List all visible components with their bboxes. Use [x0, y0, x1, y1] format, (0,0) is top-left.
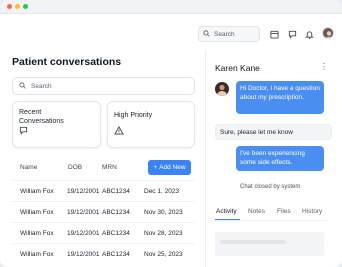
global-search-input[interactable]: Search — [198, 26, 260, 42]
patient-dob: 19/12/2001 — [67, 188, 100, 195]
patient-name: William Fox — [20, 230, 54, 237]
calendar-icon[interactable] — [267, 27, 281, 41]
table-row[interactable]: William Fox 19/12/2001 ABC1234 Dec 1, 20… — [12, 180, 195, 200]
conversation-search-placeholder: Search — [31, 82, 52, 90]
column-header-dob[interactable]: DOB — [68, 164, 82, 171]
warning-icon — [114, 122, 124, 140]
conversation-date: Nov 25, 2023 — [144, 251, 183, 258]
chat-bubble-icon — [19, 122, 28, 140]
app-window: Search Patient conversations Search Rece… — [0, 0, 342, 267]
tab-files[interactable]: Files — [277, 208, 291, 215]
chat-contact-name: Karen Kane — [215, 63, 260, 73]
patient-mrn: ABC1234 — [102, 188, 130, 195]
window-titlebar — [0, 0, 342, 14]
patient-mrn: ABC1234 — [102, 209, 130, 216]
conversation-search-input[interactable]: Search — [12, 77, 195, 95]
active-tab-indicator — [215, 219, 240, 220]
contact-avatar — [215, 82, 229, 96]
message-icon[interactable] — [285, 27, 299, 41]
table-row[interactable]: William Fox 19/12/2001 ABC1234 Nov 30, 2… — [12, 201, 195, 221]
conversation-date: Dec 1, 2023 — [144, 188, 180, 195]
window-minimize-button[interactable] — [15, 4, 20, 9]
page-title: Patient conversations — [12, 56, 122, 68]
tab-notes[interactable]: Notes — [248, 208, 265, 215]
conversation-date: Nov 28, 2023 — [144, 230, 183, 237]
recent-conversations-card[interactable]: Recent Conversations — [12, 101, 101, 148]
high-priority-card[interactable]: High Priority — [107, 101, 195, 148]
window-close-button[interactable] — [7, 4, 12, 9]
search-icon — [203, 29, 210, 39]
table-row[interactable]: William Fox 19/12/2001 ABC1234 Nov 25, 2… — [12, 243, 195, 263]
bell-icon[interactable] — [302, 27, 316, 41]
patient-name: William Fox — [20, 188, 54, 195]
tab-history[interactable]: History — [302, 208, 322, 215]
patient-dob: 19/12/2001 — [67, 251, 100, 258]
conversation-date: Nov 30, 2023 — [144, 209, 183, 216]
chat-message-patient: I've been experiencing some side effects… — [236, 146, 324, 171]
table-row[interactable]: William Fox 19/12/2001 ABC1234 Nov 28, 2… — [12, 222, 195, 242]
card-label: High Priority — [114, 112, 153, 119]
patient-name: William Fox — [20, 209, 54, 216]
window-maximize-button[interactable] — [23, 4, 28, 9]
user-avatar[interactable] — [322, 27, 334, 39]
patient-dob: 19/12/2001 — [67, 230, 100, 237]
column-header-mrn[interactable]: MRN — [102, 164, 117, 171]
patient-name: William Fox — [20, 251, 54, 258]
chat-closed-notice: Chat closed by system — [240, 184, 301, 190]
more-options-icon[interactable]: ⋮ — [320, 62, 328, 71]
plus-icon: + — [153, 164, 158, 171]
chat-message-patient: Hi Doctor, I have a question about my pr… — [236, 81, 324, 114]
panel-divider — [205, 50, 206, 267]
patient-mrn: ABC1234 — [102, 230, 130, 237]
global-search-placeholder: Search — [214, 30, 235, 38]
add-new-label: Add New — [159, 164, 186, 171]
chat-message-doctor: Sure, please let me know — [215, 124, 332, 140]
activity-placeholder-line — [220, 240, 286, 244]
activity-panel — [215, 232, 324, 256]
patient-dob: 19/12/2001 — [67, 209, 100, 216]
column-header-name[interactable]: Name — [20, 164, 37, 171]
card-label: Recent Conversations — [19, 109, 64, 125]
add-new-button[interactable]: + Add New — [148, 160, 191, 175]
search-icon — [19, 81, 26, 91]
tab-activity[interactable]: Activity — [216, 208, 237, 215]
patient-mrn: ABC1234 — [102, 251, 130, 258]
tabs-border — [215, 220, 327, 221]
